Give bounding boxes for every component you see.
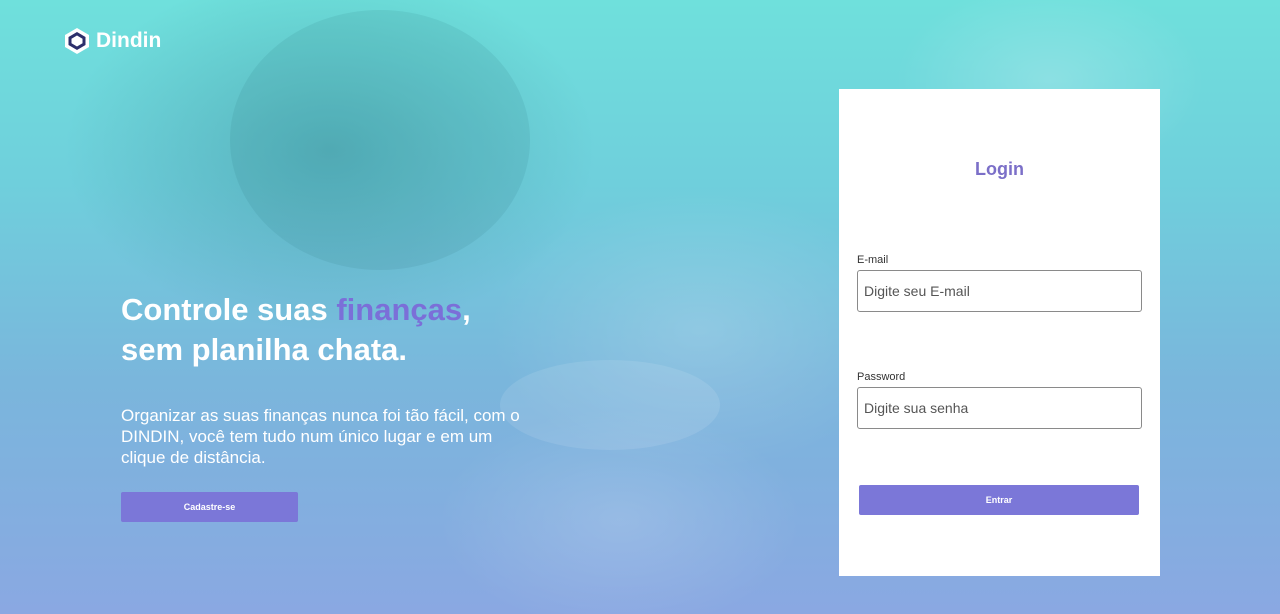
hero-title-part1: Controle suas xyxy=(121,292,337,327)
password-label: Password xyxy=(857,371,906,383)
brand-name: Dindin xyxy=(96,29,162,52)
login-submit-button[interactable]: Entrar xyxy=(859,485,1139,515)
hero-description: Organizar as suas finanças nunca foi tão… xyxy=(121,406,520,467)
login-title: Login xyxy=(975,159,1024,179)
background-blur-shape xyxy=(500,360,720,450)
hero-title-highlight: finanças xyxy=(336,292,463,327)
email-label: E-mail xyxy=(857,254,889,266)
hero-title: Controle suas finanças, sem planilha chat… xyxy=(121,290,581,370)
background-blur-shape xyxy=(230,10,530,270)
hexagon-logo-icon xyxy=(64,27,90,55)
brand-logo[interactable]: Dindin xyxy=(64,27,161,55)
password-field[interactable] xyxy=(857,387,1142,429)
hero-title-line2: sem planilha chata. xyxy=(121,332,407,367)
login-card: Login E-mail Password Entrar xyxy=(839,89,1160,576)
hero-title-part2: , xyxy=(462,292,471,327)
signup-button[interactable]: Cadastre-se xyxy=(121,492,298,522)
email-field[interactable] xyxy=(857,270,1142,312)
